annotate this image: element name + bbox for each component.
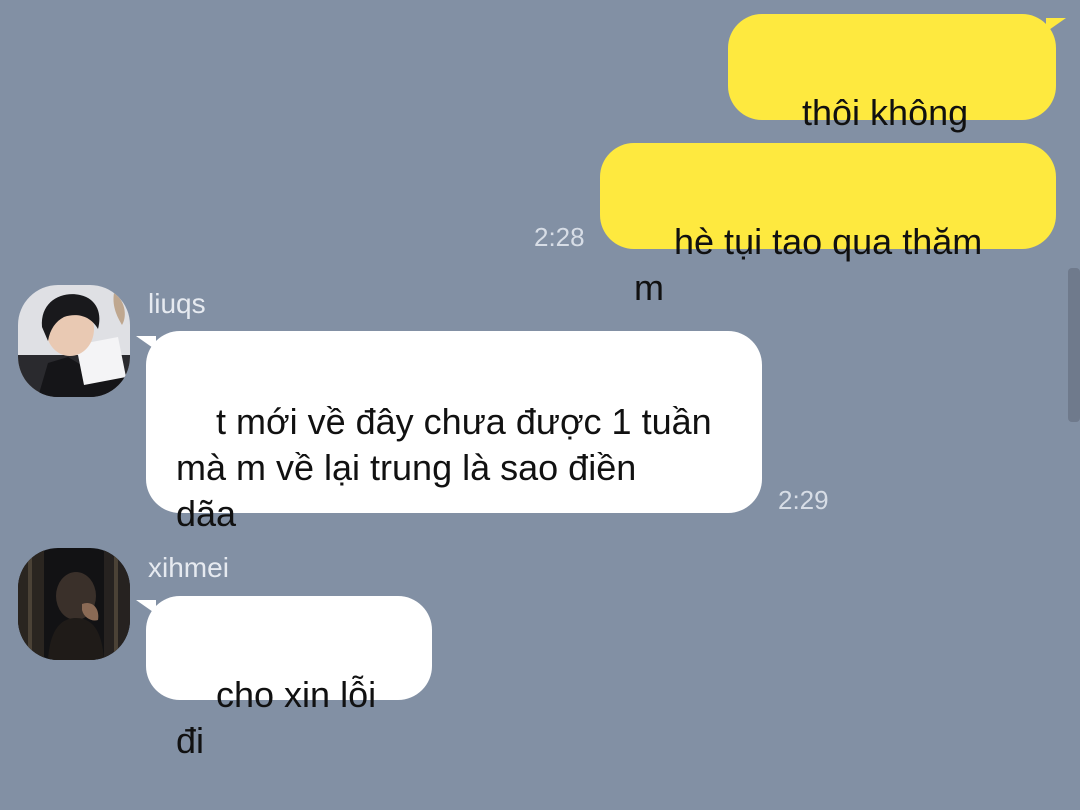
sender-name: liuqs xyxy=(148,288,206,319)
incoming-message-bubble[interactable]: t mới về đây chưa được 1 tuần mà m về lạ… xyxy=(146,331,762,534)
chat-thread[interactable]: thôi không sao hè tụi tao qua thăm m 2:2… xyxy=(0,0,1080,761)
outgoing-message-bubble[interactable]: hè tụi tao qua thăm m xyxy=(600,143,1056,308)
message-text: cho xin lỗi đi xyxy=(176,674,387,761)
avatar-xihmei[interactable] xyxy=(18,548,130,660)
incoming-message-bubble[interactable]: cho xin lỗi đi xyxy=(146,596,432,761)
message-text: t mới về đây chưa được 1 tuần mà m về lạ… xyxy=(176,401,712,534)
bubble-tail xyxy=(136,600,156,614)
outgoing-message-bubble[interactable]: thôi không sao xyxy=(728,14,1056,179)
message-timestamp: 2:29 xyxy=(778,485,829,515)
bubble-tail xyxy=(1046,18,1066,32)
avatar-liuqs[interactable] xyxy=(18,285,130,397)
bubble-tail xyxy=(136,336,156,350)
message-timestamp: 2:28 xyxy=(534,222,585,252)
sender-name: xihmei xyxy=(148,552,229,583)
avatar-image xyxy=(18,548,130,660)
avatar-image xyxy=(18,285,130,397)
scrollbar-thumb[interactable] xyxy=(1068,268,1080,422)
message-text: hè tụi tao qua thăm m xyxy=(634,221,993,308)
